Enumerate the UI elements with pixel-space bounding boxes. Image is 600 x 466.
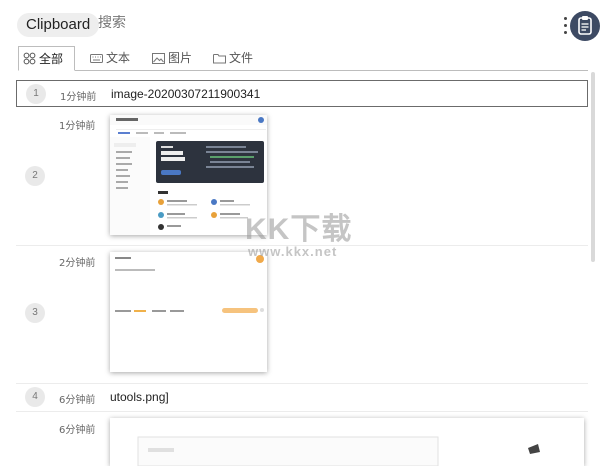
item-time: 2分钟前 [59,258,96,269]
item-index: 4 [25,387,45,407]
tab-file-label: 文件 [229,51,254,65]
tab-all[interactable]: 全部 [18,46,75,71]
item-time: 1分钟前 [60,92,97,103]
tab-image-label: 图片 [168,51,193,65]
item-time: 1分钟前 [59,121,96,132]
app-logo-icon[interactable] [570,11,600,41]
image-thumbnail[interactable] [110,115,267,235]
item-text: image-20200307211900341 [111,87,261,101]
item-time: 6分钟前 [59,425,96,436]
more-options-icon[interactable] [563,17,569,35]
image-thumbnail[interactable] [110,252,267,372]
watermark-logo: KK下载 [245,213,353,246]
list-item[interactable]: 1 1分钟前 image-20200307211900341 [16,80,588,107]
search-input[interactable] [98,15,518,31]
top-bar: Clipboard [0,0,600,46]
folder-icon [213,54,226,64]
keyboard-icon [90,54,103,63]
item-time: 6分钟前 [59,395,96,406]
list-item[interactable]: 6分钟前 [16,412,588,466]
tab-text[interactable]: 文本 [86,46,136,70]
item-index: 2 [25,166,45,186]
thumbnail-image [110,115,267,235]
app-title: Clipboard [17,13,100,37]
image-icon [152,53,165,64]
tab-text-label: 文本 [106,51,131,65]
tab-all-label: 全部 [39,52,64,66]
item-index: 3 [25,303,45,323]
grid-icon [23,52,36,65]
tab-file[interactable]: 文件 [209,46,259,70]
watermark-url: www.kkx.net [248,244,338,259]
scrollbar[interactable] [591,72,595,262]
list-item[interactable]: 4 6分钟前 utools.png] [16,384,588,410]
thumbnail-image [110,252,267,372]
item-text: utools.png] [110,390,169,404]
item-index: 1 [26,84,46,104]
filter-tabs: 全部 文本 图片 文件 [18,46,588,71]
list-item[interactable]: 3 2分钟前 [16,246,588,382]
tab-image[interactable]: 图片 [148,46,198,70]
